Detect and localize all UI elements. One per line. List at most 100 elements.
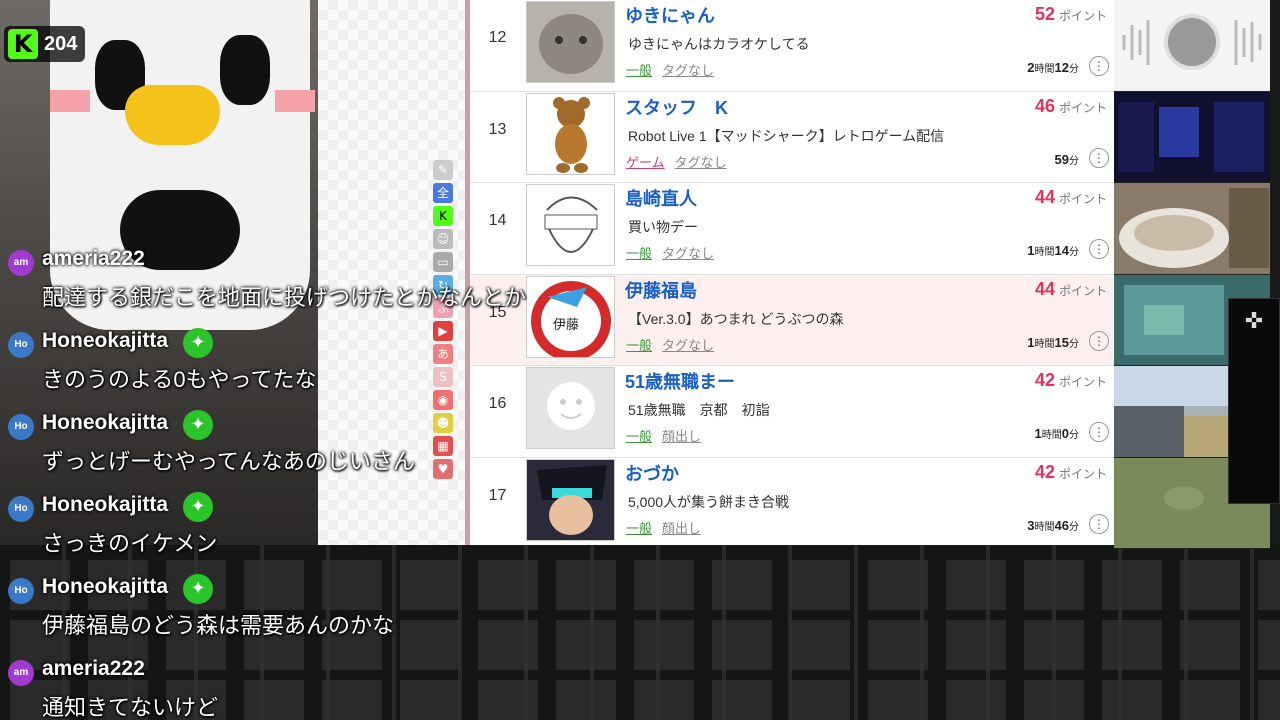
stream-title[interactable]: 買い物デー [628,217,698,237]
tag-link[interactable]: タグなし [662,246,714,261]
more-options-button[interactable]: ⋮ [1089,56,1109,76]
user-avatar: Ho [8,414,34,440]
streamer-name[interactable]: スタッフ K [625,94,728,120]
category-link[interactable]: ゲーム [626,155,665,170]
chat-username: ameria222 [42,657,145,680]
chat-message: Ho Honeokajitta ✦ さっきのイケメン [0,490,640,572]
chat-username: Honeokajitta [42,575,169,598]
verified-badge-icon: ✦ [183,574,213,604]
chat-message: Ho Honeokajitta ✦ 伊藤福島のどう森は需要あんのかな [0,572,640,654]
controller-overlay: ✜ [1228,298,1280,504]
stream-duration: 59分 [1054,151,1079,167]
chat-message: Ho Honeokajitta ✦ ずっとげーむやってんなあのじいさん [0,408,640,490]
points-unit: ポイント [1058,283,1107,298]
tag-link[interactable]: 顔出し [662,521,701,536]
stream-duration: 1時間0分 [1034,426,1079,441]
tags: ゲーム タグなし [626,152,727,171]
category-link[interactable]: 一般 [626,63,652,78]
points-unit: ポイント [1058,466,1107,481]
chat-text: ずっとげーむやってんなあのじいさん [42,449,415,474]
streamer-name[interactable]: 51歳無職まー [625,368,735,394]
all-category-icon[interactable]: 全 [433,183,453,203]
points-unit: ポイント [1058,100,1107,115]
audio-waveform-icon [1122,14,1262,70]
user-avatar: Ho [8,496,34,522]
more-options-button[interactable]: ⋮ [1089,147,1109,168]
ranking-row[interactable]: 13 スタッフ K 46 ポイント Robot Live 1【マッドシャーク】レト… [470,91,1115,183]
tag-link[interactable]: 顔出し [662,429,701,444]
points: 42 ポイント [1035,462,1107,483]
dpad-icon: ✜ [1244,309,1264,334]
verified-badge-icon: ✦ [183,410,213,440]
points-unit: ポイント [1058,375,1107,389]
kick-k-icon: K [8,29,38,59]
points: 42 ポイント [1035,370,1107,391]
chat-text: 配達する銀だこを地面に投げつけたとかなんとか [42,285,527,310]
stream-duration: 3時間46分 [1027,517,1079,533]
points-value: 52 [1034,4,1055,24]
chat-username: Honeokajitta [42,493,169,516]
kick-icon[interactable]: K [433,206,453,226]
streamer-name[interactable]: 島崎直人 [625,185,697,211]
points-unit: ポイント [1058,9,1107,23]
user-avatar: am [8,250,34,276]
ranking-row[interactable]: 12 ゆきにゃん 52 ポイント ゆきにゃんはカラオケしてる 一般 タグなし 2時間… [470,0,1115,92]
tag-link[interactable]: タグなし [675,155,727,170]
points-value: 44 [1034,187,1055,207]
stream-title[interactable]: 51歳無職 京都 初詣 [628,400,770,420]
points-value: 42 [1034,370,1055,390]
tag-link[interactable]: タグなし [662,63,714,78]
points: 46 ポイント [1035,96,1107,117]
user-avatar: Ho [8,578,34,604]
rank-number: 12 [488,29,507,46]
user-avatar: am [8,660,34,686]
tag-link[interactable]: タグなし [662,338,714,353]
stream-preview[interactable] [1114,0,1270,92]
cat-photo-icon [527,2,614,82]
stream-thumbnail[interactable] [526,92,615,175]
stream-title[interactable]: 5,000人が集う餅まき合戦 [628,492,789,512]
stream-title[interactable]: 【Ver.3.0】あつまれ どうぶつの森 [628,309,843,329]
rank-number: 13 [488,120,507,138]
viewer-count-badge: K 204 [4,26,86,62]
points: 44 ポイント [1035,279,1107,300]
stream-title[interactable]: Robot Live 1【マッドシャーク】レトロゲーム配信 [628,126,944,146]
chat-username: Honeokajitta [42,329,169,352]
teddy-bear-icon [553,96,590,173]
food-bowl-icon [1119,188,1269,268]
stream-preview[interactable] [1114,91,1270,183]
chat-text: さっきのイケメン [42,531,218,556]
user-avatar: Ho [8,332,34,358]
chat-text: 伊藤福島のどう森は需要あんのかな [42,613,395,638]
points: 52 ポイント [1035,4,1107,25]
chat-message: am ameria222 通知きてないけど [0,654,640,720]
stream-title[interactable]: ゆきにゃんはカラオケしてる [628,34,810,54]
more-options-button[interactable]: ⋮ [1089,422,1109,442]
points-value: 46 [1034,95,1055,116]
viewer-count: 204 [44,32,78,55]
points-value: 44 [1034,278,1055,299]
stream-duration: 2時間12分 [1027,60,1079,75]
verified-badge-icon: ✦ [183,328,213,358]
streamer-name[interactable]: ゆきにゃん [625,2,715,28]
points-value: 42 [1034,461,1055,482]
stream-duration: 1時間14分 [1027,243,1079,258]
stream-thumbnail[interactable] [526,1,615,83]
chat-username: ameria222 [42,247,145,270]
points: 44 ポイント [1035,187,1107,208]
chat-text: きのうのよる0もやってたな [42,367,317,392]
points-unit: ポイント [1058,192,1107,206]
stream-duration: 1時間15分 [1027,334,1079,350]
chat-username: Honeokajitta [42,411,169,434]
chat-message: am ameria222 配達する銀だこを地面に投げつけたとかなんとか [0,244,640,326]
stream-preview[interactable] [1114,183,1270,275]
more-options-button[interactable]: ⋮ [1089,239,1109,259]
chat-text: 通知きてないけど [42,695,219,720]
chat-message: Ho Honeokajitta ✦ きのうのよる0もやってたな [0,326,640,408]
tags: 一般 タグなし [626,60,714,79]
more-options-button[interactable]: ⋮ [1089,513,1109,534]
more-options-button[interactable]: ⋮ [1089,330,1109,351]
retro-game-screen-icon [1119,101,1264,172]
chat-overlay: am ameria222 配達する銀だこを地面に投げつけたとかなんとか Ho H… [0,244,640,720]
edit-icon[interactable]: ✎ [433,160,453,180]
